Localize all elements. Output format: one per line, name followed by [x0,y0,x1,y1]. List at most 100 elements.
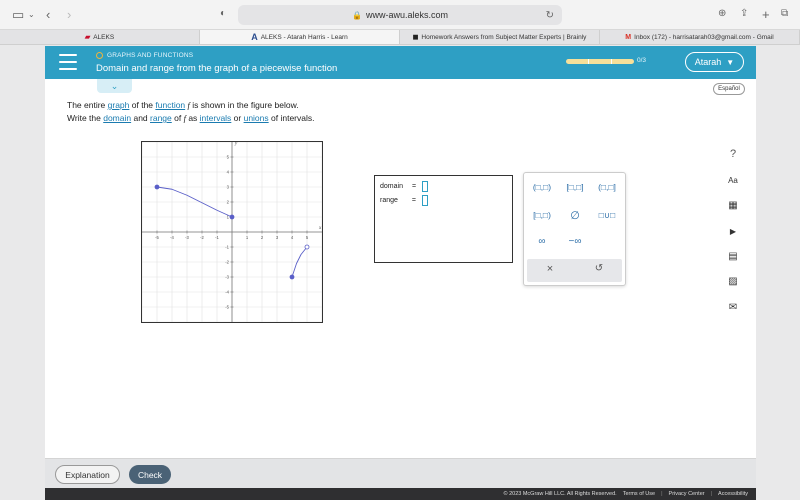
explanation-button[interactable]: Explanation [55,465,120,484]
tab-brainly[interactable]: ◼ Homework Answers from Subject Matter E… [400,30,600,44]
question-prompt: The entire graph of the function f is sh… [67,99,314,125]
separator: | [710,491,713,497]
domain-input[interactable] [422,181,429,192]
x-tick-label: 1 [246,235,249,240]
tab-label: Homework Answers from Subject Matter Exp… [421,33,587,41]
privacy-link[interactable]: Privacy Center [669,491,705,497]
function-link[interactable]: function [155,100,185,110]
mail-icon[interactable]: ✉ [725,299,741,315]
tab-label: ALEKS [93,33,115,41]
intervals-link[interactable]: intervals [200,113,232,123]
tab-gmail[interactable]: M Inbox (172) - harrisatarah03@gmail.com… [600,30,800,44]
terms-link[interactable]: Terms of Use [623,491,655,497]
progress-divider [588,59,589,64]
accessibility-link[interactable]: Accessibility [718,491,748,497]
shield-icon[interactable]: ◐ [220,8,226,19]
topic-label: GRAPHS AND FUNCTIONS [96,52,193,59]
x-tick-label: 2 [261,235,264,240]
separator: | [661,491,663,497]
x-tick-label: 3 [276,235,279,240]
range-label: range [380,197,398,204]
y-axis-label: y [234,142,238,146]
prompt-line-2: Write the domain and range of f as inter… [67,112,314,125]
open-open-interval-button[interactable]: (□,□) [527,182,557,192]
progress-bar [566,59,634,64]
clear-button[interactable]: × [535,263,565,275]
tab-aleks-learn[interactable]: A ALEKS - Atarah Harris - Learn [200,30,400,44]
prompt-text: of intervals. [268,113,315,123]
calculator-icon[interactable]: ▤ [725,248,741,264]
prompt-text: of [171,113,184,123]
closed-endpoint [229,214,235,220]
negative-infinity-button[interactable]: −∞ [560,236,590,247]
chevron-down-icon: ▼ [726,57,735,67]
legal-footer: © 2023 McGraw Hill LLC. All Rights Reser… [45,488,756,500]
undo-button[interactable]: ↺ [584,263,614,274]
progress-divider [611,59,612,64]
browser-tabs: ▰ ALEKS A ALEKS - Atarah Harris - Learn … [0,30,800,45]
lock-icon: 🔒 [352,10,362,20]
download-icon[interactable]: ⊕ [718,8,726,19]
equals-sign: = [411,183,417,190]
range-row: range = [380,195,428,206]
espanol-button[interactable]: Español [713,83,745,95]
progress-label: 0/3 [637,57,647,64]
prompt-line-1: The entire graph of the function f is sh… [67,99,314,112]
tab-label: ALEKS - Atarah Harris - Learn [260,33,348,41]
collapse-toggle[interactable]: ⌄ [97,79,132,93]
topic-status-icon [96,52,103,59]
x-tick-label: -1 [215,235,219,240]
prompt-text: as [185,113,200,123]
x-tick-label: -4 [170,235,174,240]
help-icon[interactable]: ? [725,146,741,162]
domain-link[interactable]: domain [103,113,131,123]
prompt-text: The entire [67,100,108,110]
check-button[interactable]: Check [129,465,171,484]
reload-icon[interactable]: ↻ [546,10,554,21]
prompt-text: Write the [67,113,104,123]
footer-bar: Explanation Check [45,458,756,488]
union-button[interactable]: □∪□ [592,210,622,221]
back-icon[interactable]: ‹ [46,7,50,22]
aleks-header: GRAPHS AND FUNCTIONS Domain and range fr… [45,46,756,79]
closed-open-interval-button[interactable]: [□,□) [527,210,557,220]
x-tick-label: 5 [306,235,309,240]
video-icon[interactable]: ▶ [725,223,741,239]
browser-toolbar: ▭ ⌄ ‹ › ◐ 🔒 www-awu.aleks.com ↻ ⊕ ⇪ + ⧉ [0,0,800,30]
answer-box: domain = range = [374,175,513,263]
x-tick-label: -5 [155,235,159,240]
share-icon[interactable]: ⇪ [740,8,748,19]
tab-overview-icon[interactable]: ⧉ [781,8,788,19]
open-endpoint [304,244,310,250]
gradebook-icon[interactable]: ▨ [725,273,741,289]
range-link[interactable]: range [150,113,172,123]
open-closed-interval-button[interactable]: (□,□] [592,182,622,192]
brainly-favicon: ◼ [412,34,419,41]
graph-link[interactable]: graph [108,100,130,110]
tab-label: Inbox (172) - harrisatarah03@gmail.com -… [634,33,774,41]
range-input[interactable] [422,195,428,206]
closed-closed-interval-button[interactable]: [□,□] [560,182,590,192]
tab-aleks[interactable]: ▰ ALEKS [0,30,200,44]
prompt-text: or [231,113,244,123]
forward-icon[interactable]: › [67,7,71,22]
unions-link[interactable]: unions [244,113,269,123]
worksheet-icon[interactable]: ▦ [725,197,741,213]
new-tab-icon[interactable]: + [762,7,770,22]
domain-label: domain [380,183,403,190]
address-bar[interactable]: 🔒 www-awu.aleks.com ↻ [238,5,562,25]
infinity-button[interactable]: ∞ [527,236,557,247]
user-menu-button[interactable]: Atarah ▼ [685,52,744,72]
dictionary-icon[interactable]: Aa [725,172,741,188]
x-tick-label: -3 [185,235,189,240]
aleks-a-favicon: A [251,32,258,42]
sidebar-toggle-icon[interactable]: ▭ [12,7,24,23]
gmail-favicon: M [625,33,632,41]
copyright-text: © 2023 McGraw Hill LLC. All Rights Reser… [503,491,617,497]
chevron-down-icon[interactable]: ⌄ [28,10,35,19]
user-name: Atarah [694,57,722,67]
closed-endpoint [154,184,160,190]
empty-set-button[interactable]: ∅ [560,209,590,222]
menu-icon[interactable] [59,54,77,70]
chevron-down-icon: ⌄ [110,80,119,91]
